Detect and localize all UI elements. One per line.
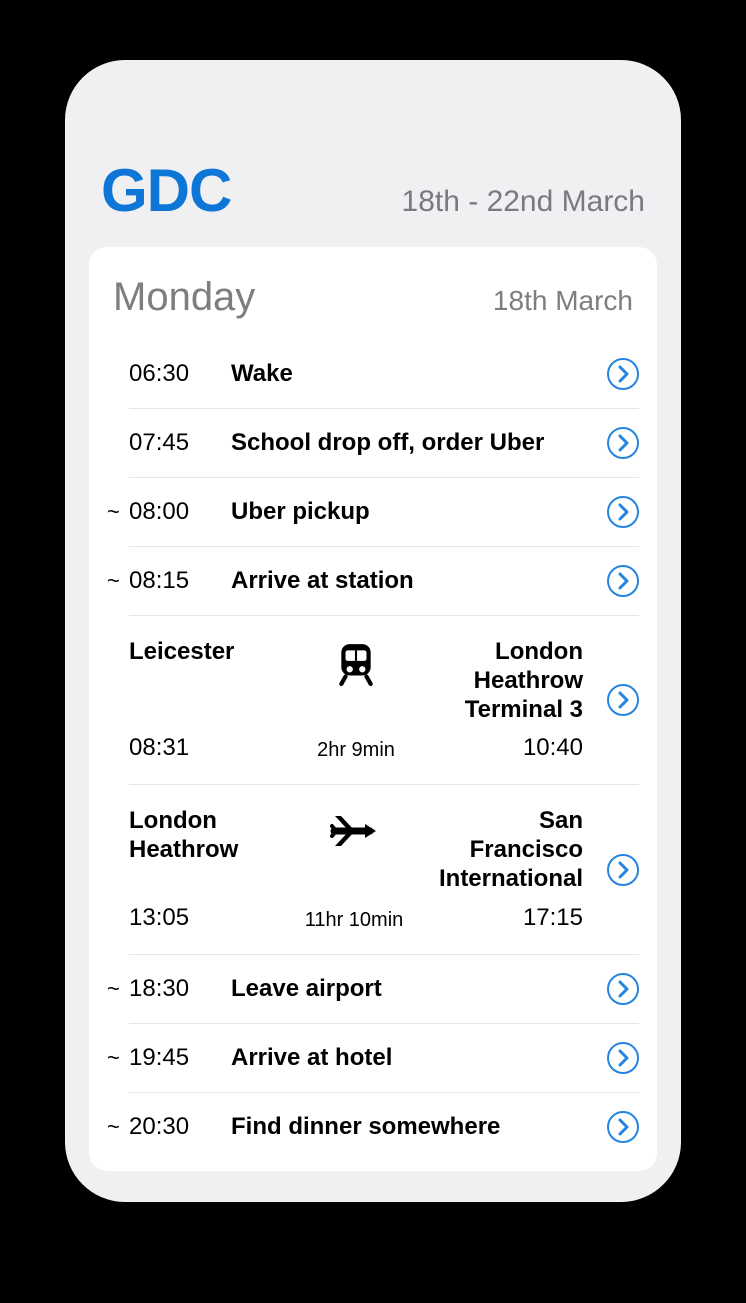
time-cell: ~ 08:15 bbox=[129, 567, 231, 595]
time-value: 06:30 bbox=[129, 360, 189, 387]
time-cell: 07:45 bbox=[129, 429, 231, 457]
chevron-right-icon bbox=[616, 434, 631, 452]
row-label: School drop off, order Uber bbox=[231, 429, 597, 457]
disclosure-button[interactable] bbox=[607, 973, 639, 1005]
row-label: Arrive at station bbox=[231, 567, 597, 595]
segment-to: London Heathrow Terminal 3 10:40 bbox=[441, 638, 583, 762]
approx-tilde: ~ bbox=[107, 568, 120, 594]
disclosure-button[interactable] bbox=[607, 1042, 639, 1074]
row-label: Leave airport bbox=[231, 975, 597, 1003]
segment-mode: 2hr 9min bbox=[271, 638, 441, 762]
chevron-right-icon bbox=[616, 1049, 631, 1067]
chevron-right-icon bbox=[616, 1118, 631, 1136]
approx-tilde: ~ bbox=[107, 1045, 120, 1071]
chevron-right-icon bbox=[616, 365, 631, 383]
disclosure-button[interactable] bbox=[607, 854, 639, 886]
date-range: 18th - 22nd March bbox=[402, 185, 645, 219]
itinerary-row[interactable]: ~ 08:15 Arrive at station bbox=[129, 546, 639, 615]
train-icon bbox=[334, 642, 378, 686]
disclosure-button[interactable] bbox=[607, 1111, 639, 1143]
segment-mode: 11hr 10min bbox=[269, 807, 439, 931]
time-cell: ~ 18:30 bbox=[129, 975, 231, 1003]
chevron-right-icon bbox=[616, 691, 631, 709]
to-place: San Francisco International bbox=[439, 807, 583, 893]
header: GDC 18th - 22nd March bbox=[89, 84, 657, 247]
itinerary-row[interactable]: ~ 18:30 Leave airport bbox=[129, 954, 639, 1023]
segment-from: London Heathrow 13:05 bbox=[129, 807, 269, 931]
itinerary-row[interactable]: 07:45 School drop off, order Uber bbox=[129, 408, 639, 477]
row-label: Arrive at hotel bbox=[231, 1044, 597, 1072]
plane-icon bbox=[326, 811, 382, 851]
disclosure-button[interactable] bbox=[607, 565, 639, 597]
day-name: Monday bbox=[113, 275, 255, 320]
time-value: 19:45 bbox=[129, 1044, 189, 1071]
time-cell: ~ 19:45 bbox=[129, 1044, 231, 1072]
time-value: 18:30 bbox=[129, 975, 189, 1002]
to-time: 10:40 bbox=[523, 734, 583, 762]
row-label: Wake bbox=[231, 360, 597, 388]
time-cell: ~ 20:30 bbox=[129, 1113, 231, 1141]
to-place: London Heathrow Terminal 3 bbox=[441, 638, 583, 724]
phone-frame: GDC 18th - 22nd March Monday 18th March … bbox=[65, 60, 681, 1202]
approx-tilde: ~ bbox=[107, 499, 120, 525]
itinerary-row[interactable]: ~ 20:30 Find dinner somewhere bbox=[129, 1092, 639, 1161]
itinerary-row[interactable]: 06:30 Wake bbox=[129, 340, 639, 408]
segment-duration: 11hr 10min bbox=[305, 909, 404, 932]
day-card: Monday 18th March 06:30 Wake 07:45 Schoo… bbox=[89, 247, 657, 1171]
from-place: London Heathrow bbox=[129, 807, 269, 865]
segment-duration: 2hr 9min bbox=[317, 739, 395, 762]
segment-to: San Francisco International 17:15 bbox=[439, 807, 583, 931]
to-time: 17:15 bbox=[523, 904, 583, 932]
brand-title: GDC bbox=[101, 156, 231, 225]
chevron-right-icon bbox=[616, 861, 631, 879]
from-place: Leicester bbox=[129, 638, 271, 667]
segment-from: Leicester 08:31 bbox=[129, 638, 271, 762]
disclosure-button[interactable] bbox=[607, 684, 639, 716]
time-value: 08:15 bbox=[129, 567, 189, 594]
from-time: 08:31 bbox=[129, 734, 271, 762]
transport-segment[interactable]: London Heathrow 13:05 11hr 10min San Fra… bbox=[129, 784, 639, 953]
row-label: Find dinner somewhere bbox=[231, 1113, 597, 1141]
approx-tilde: ~ bbox=[107, 1114, 120, 1140]
time-value: 20:30 bbox=[129, 1113, 189, 1140]
itinerary-row[interactable]: ~ 08:00 Uber pickup bbox=[129, 477, 639, 546]
time-cell: 06:30 bbox=[129, 360, 231, 388]
itinerary-row[interactable]: ~ 19:45 Arrive at hotel bbox=[129, 1023, 639, 1092]
disclosure-button[interactable] bbox=[607, 496, 639, 528]
from-time: 13:05 bbox=[129, 904, 269, 932]
disclosure-button[interactable] bbox=[607, 427, 639, 459]
disclosure-button[interactable] bbox=[607, 358, 639, 390]
time-value: 08:00 bbox=[129, 498, 189, 525]
day-date: 18th March bbox=[493, 285, 633, 317]
row-label: Uber pickup bbox=[231, 498, 597, 526]
chevron-right-icon bbox=[616, 980, 631, 998]
time-value: 07:45 bbox=[129, 429, 189, 456]
chevron-right-icon bbox=[616, 572, 631, 590]
chevron-right-icon bbox=[616, 503, 631, 521]
itinerary-list: 06:30 Wake 07:45 School drop off, order … bbox=[107, 340, 639, 1161]
approx-tilde: ~ bbox=[107, 976, 120, 1002]
day-header: Monday 18th March bbox=[107, 271, 639, 340]
time-cell: ~ 08:00 bbox=[129, 498, 231, 526]
transport-segment[interactable]: Leicester 08:31 2hr 9min London Heathrow… bbox=[129, 615, 639, 784]
